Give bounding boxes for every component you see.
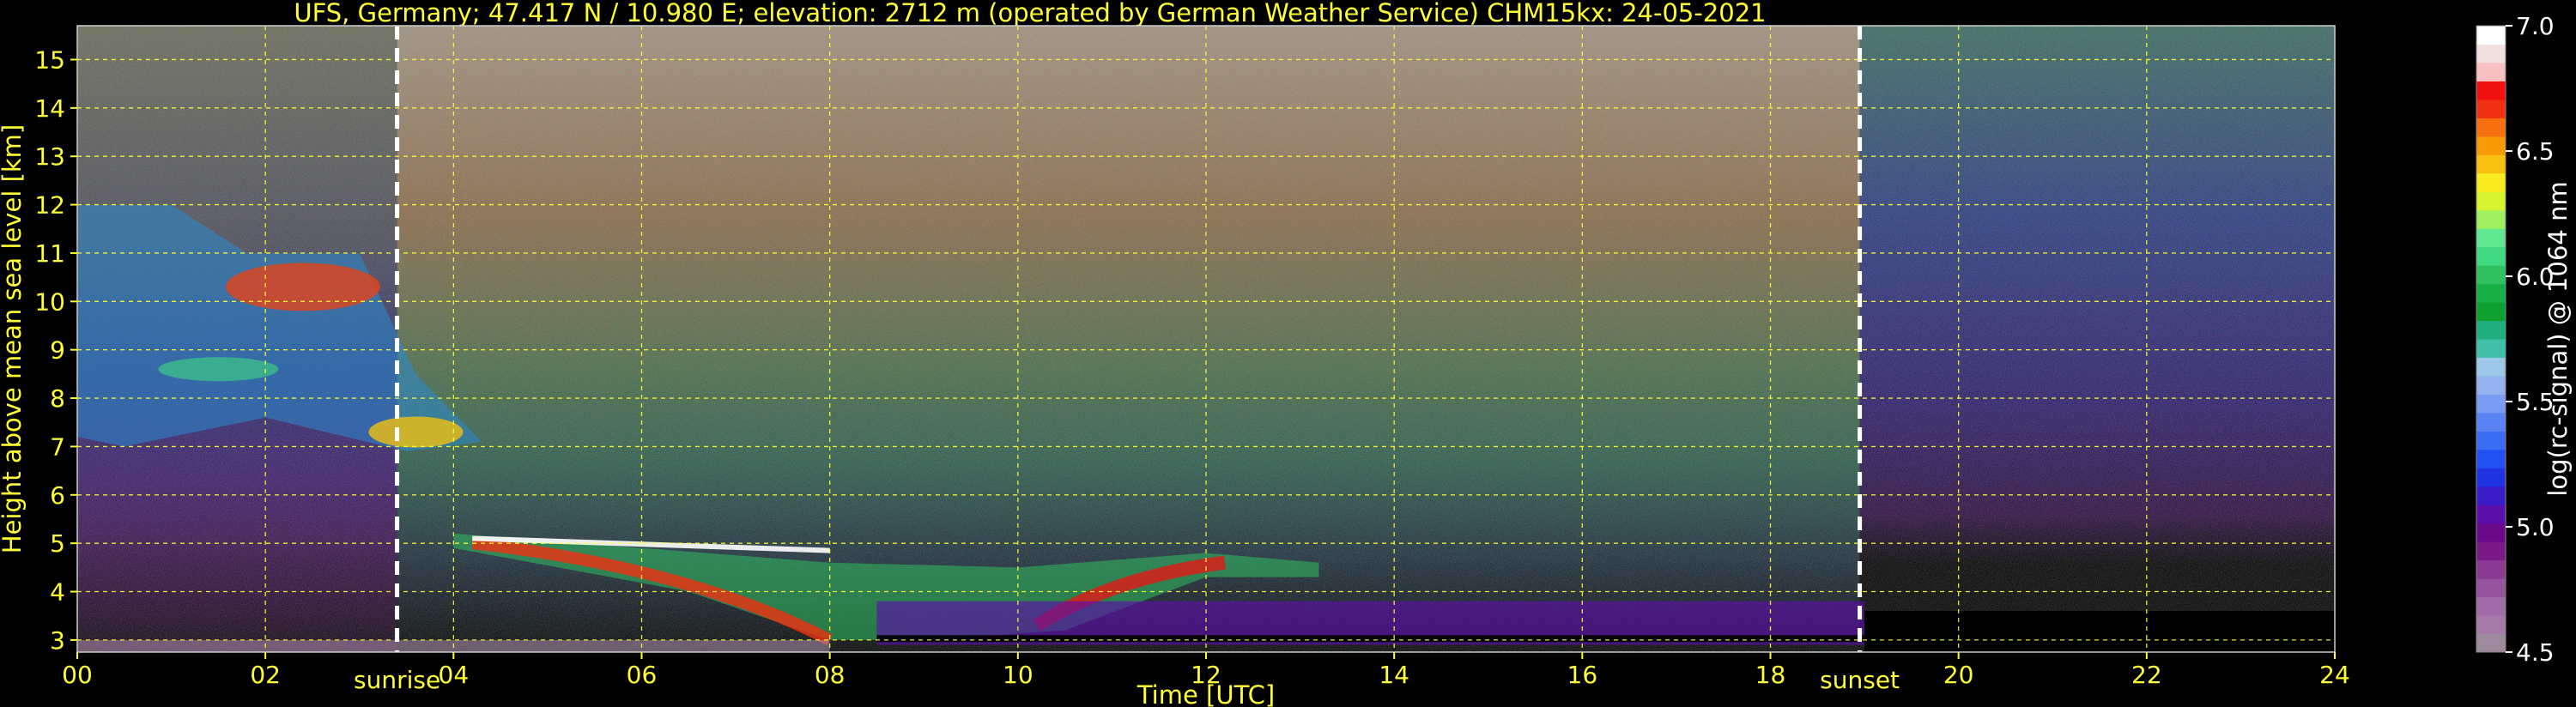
colorbar-segment — [2476, 172, 2506, 192]
colorbar-segment — [2476, 99, 2506, 118]
x-tick-label: 06 — [627, 661, 658, 689]
colorbar-segment — [2476, 633, 2506, 653]
colorbar-tick-label: 4.5 — [2516, 638, 2555, 667]
colorbar-segment — [2476, 209, 2506, 229]
y-tick-label: 9 — [50, 336, 65, 365]
y-tick-label: 14 — [34, 94, 65, 123]
y-tick-label: 3 — [50, 626, 65, 655]
sunset-label: sunset — [1820, 666, 1900, 694]
colorbar-segment — [2476, 578, 2506, 598]
colorbar-segment — [2476, 246, 2506, 266]
y-tick-label: 13 — [34, 142, 65, 171]
colorbar-segment — [2476, 339, 2506, 358]
colorbar-segment — [2476, 136, 2506, 155]
x-tick-label: 20 — [1943, 661, 1974, 689]
x-tick-label: 22 — [2131, 661, 2162, 689]
cloud-core — [226, 263, 380, 311]
colorbar-segment — [2476, 559, 2506, 579]
x-tick-label: 14 — [1379, 661, 1409, 689]
y-tick-label: 7 — [50, 432, 65, 461]
boundary-layer-top — [876, 635, 1865, 643]
y-tick-label: 8 — [50, 384, 65, 413]
sunrise-label: sunrise — [354, 666, 440, 694]
colorbar-segment — [2476, 81, 2506, 100]
x-tick-label: 24 — [2319, 661, 2350, 689]
x-tick-label: 16 — [1567, 661, 1598, 689]
y-tick-label: 15 — [34, 45, 65, 74]
colorbar-segment — [2476, 357, 2506, 377]
colorbar-segment — [2476, 320, 2506, 340]
colorbar-segment — [2476, 375, 2506, 395]
colorbar-tick-label: 7.0 — [2516, 12, 2555, 40]
x-tick-label: 04 — [439, 661, 470, 689]
y-tick-label: 6 — [50, 481, 65, 510]
colorbar-segment — [2476, 505, 2506, 524]
colorbar-segment — [2476, 44, 2506, 63]
colorbar-segment — [2476, 431, 2506, 450]
colorbar-segment — [2476, 486, 2506, 505]
colorbar: 4.55.05.56.06.57.0log(rc-signal) @ 1064 … — [2476, 12, 2573, 667]
colorbar-label: log(rc-signal) @ 1064 nm — [2543, 181, 2573, 496]
y-tick-label: 4 — [50, 578, 65, 607]
y-tick-label: 10 — [34, 287, 65, 316]
colorbar-segment — [2476, 412, 2506, 432]
colorbar-segment — [2476, 228, 2506, 248]
x-tick-label: 00 — [62, 661, 93, 689]
colorbar-tick-label: 5.0 — [2516, 513, 2555, 541]
colorbar-segment — [2476, 468, 2506, 487]
y-tick-label: 11 — [34, 239, 65, 268]
colorbar-segment — [2476, 154, 2506, 174]
colorbar-segment — [2476, 62, 2506, 82]
colorbar-segment — [2476, 541, 2506, 561]
y-tick-label: 5 — [50, 529, 65, 558]
colorbar-segment — [2476, 191, 2506, 211]
colorbar-segment — [2476, 523, 2506, 542]
y-axis-label: Height above mean sea level [km] — [0, 124, 27, 553]
y-tick-label: 12 — [34, 191, 65, 220]
colorbar-segment — [2476, 449, 2506, 468]
x-axis-label: Time [UTC] — [1136, 680, 1275, 707]
colorbar-segment — [2476, 596, 2506, 616]
colorbar-segment — [2476, 265, 2506, 285]
x-tick-label: 10 — [1003, 661, 1033, 689]
colorbar-segment — [2476, 26, 2506, 45]
cloud-core — [158, 357, 279, 382]
colorbar-segment — [2476, 283, 2506, 303]
colorbar-segment — [2476, 302, 2506, 322]
x-tick-label: 08 — [815, 661, 846, 689]
night-surface — [1864, 611, 2335, 652]
x-tick-label: 18 — [1755, 661, 1786, 689]
colorbar-tick-label: 6.5 — [2516, 137, 2555, 166]
colorbar-segment — [2476, 394, 2506, 414]
colorbar-segment — [2476, 615, 2506, 635]
colorbar-segment — [2476, 118, 2506, 137]
x-tick-label: 02 — [250, 661, 281, 689]
cloud-core — [368, 416, 464, 448]
ceilometer-chart: sunrise sunset 00 02 04 06 08 10 12 14 16 18 20 22 24… — [0, 12, 2573, 707]
